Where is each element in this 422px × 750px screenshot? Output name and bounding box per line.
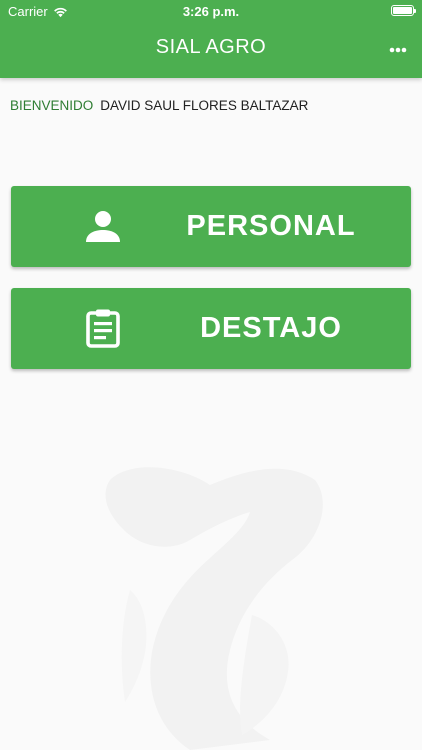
app-bar: Carrier 3:26 p.m. SIAL AGRO <box>0 0 422 78</box>
status-time: 3:26 p.m. <box>182 4 240 19</box>
page-title: SIAL AGRO <box>155 36 267 58</box>
personal-button-label: PERSONAL <box>186 210 356 242</box>
destajo-button[interactable]: DESTAJO <box>11 288 411 369</box>
clipboard-icon <box>86 309 120 348</box>
more-horizontal-icon <box>389 47 407 53</box>
personal-button[interactable]: PERSONAL <box>11 186 411 267</box>
battery-level <box>393 7 412 14</box>
status-bar: Carrier 3:26 p.m. <box>0 0 422 22</box>
battery-icon <box>391 5 416 16</box>
user-name: DAVID SAUL FLORES BALTAZAR <box>100 98 309 113</box>
logo-watermark <box>105 467 323 750</box>
more-options-button[interactable] <box>388 40 408 60</box>
app-screen: Carrier 3:26 p.m. SIAL AGRO BIENVENIDO D… <box>0 0 422 750</box>
destajo-button-label: DESTAJO <box>200 312 342 344</box>
welcome-label: BIENVENIDO <box>10 98 94 113</box>
person-icon <box>86 211 120 242</box>
welcome-line: BIENVENIDO DAVID SAUL FLORES BALTAZAR <box>10 98 308 113</box>
